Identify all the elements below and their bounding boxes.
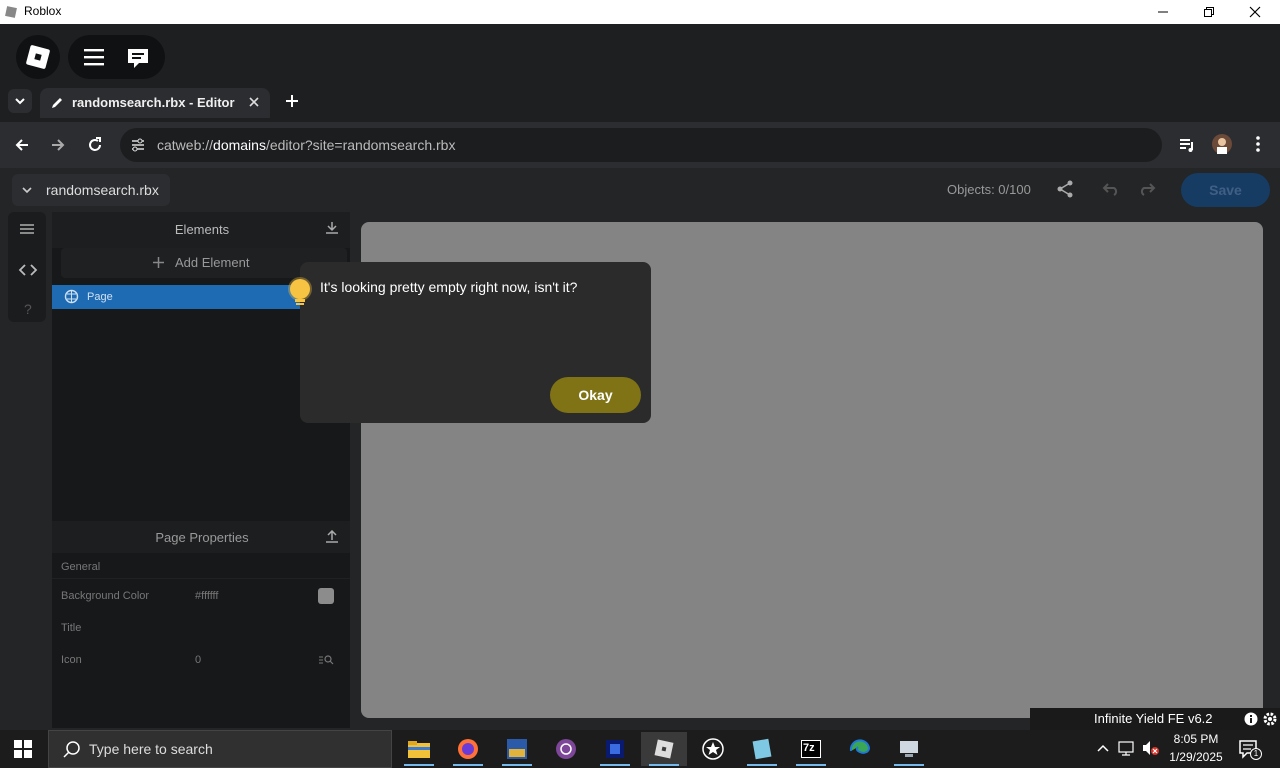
- roblox-controls: [68, 35, 165, 79]
- close-tab-icon[interactable]: [248, 96, 260, 108]
- undo-icon[interactable]: [1102, 182, 1120, 196]
- search-icon[interactable]: [318, 654, 334, 666]
- plus-icon: [286, 95, 298, 107]
- tree-item-page[interactable]: Page: [52, 285, 302, 309]
- list-view-icon[interactable]: [18, 222, 36, 238]
- firefox-icon[interactable]: [445, 732, 491, 766]
- url-host: domains: [213, 137, 266, 153]
- computer-app-icon[interactable]: [886, 732, 932, 766]
- network-icon[interactable]: [1118, 740, 1136, 756]
- icon-label: Icon: [61, 654, 82, 666]
- infinite-yield-label: Infinite Yield FE v6.2: [1094, 711, 1213, 726]
- lightbulb-icon: [287, 276, 313, 310]
- minimize-button[interactable]: [1140, 0, 1186, 24]
- search-icon: [63, 740, 81, 758]
- 7zip-label: 7z: [803, 742, 815, 754]
- notification-center-icon[interactable]: 1: [1238, 739, 1262, 760]
- color-swatch[interactable]: [318, 588, 334, 604]
- properties-header: Page Properties: [155, 530, 249, 545]
- tab-list-button[interactable]: [8, 89, 32, 113]
- chevron-up-icon[interactable]: [1096, 741, 1110, 755]
- notes-app-icon[interactable]: [739, 732, 785, 766]
- windows-start-icon[interactable]: [14, 740, 32, 758]
- chevron-down-icon: [22, 185, 32, 195]
- roblox-taskbar-icon[interactable]: [641, 732, 687, 766]
- site-selector[interactable]: randomsearch.rbx: [12, 174, 170, 206]
- clock-date[interactable]: 1/29/2025: [1163, 750, 1229, 764]
- icon-value[interactable]: 0: [195, 654, 201, 666]
- pencil-icon: [50, 96, 64, 110]
- background-color-label: Background Color: [61, 590, 150, 602]
- window-titlebar: Roblox: [0, 0, 1280, 24]
- taskbar-search-box[interactable]: Type here to search: [48, 730, 392, 768]
- window-title: Roblox: [24, 4, 62, 18]
- forward-button[interactable]: [50, 137, 66, 153]
- roblox-app-icon: [5, 6, 17, 18]
- dialog-message: It's looking pretty empty right now, isn…: [320, 279, 578, 295]
- tree-item-label: Page: [87, 291, 113, 303]
- media-control-icon[interactable]: [1178, 136, 1196, 154]
- back-button[interactable]: [14, 137, 30, 153]
- editor-toolbar: [0, 168, 1280, 212]
- share-icon[interactable]: [1056, 180, 1074, 198]
- chevron-down-icon: [15, 98, 25, 105]
- url-scheme: catweb://: [157, 137, 214, 153]
- app-icon[interactable]: [592, 732, 638, 766]
- title-label: Title: [61, 622, 82, 634]
- kebab-menu-icon[interactable]: [1250, 135, 1266, 153]
- upload-icon[interactable]: [325, 530, 339, 544]
- tor-browser-icon[interactable]: [543, 732, 589, 766]
- clock-time[interactable]: 8:05 PM: [1165, 732, 1227, 746]
- objects-count: Objects: 0/100: [947, 182, 1031, 197]
- save-button[interactable]: Save: [1181, 173, 1270, 207]
- general-section-label: General: [61, 561, 101, 573]
- close-window-button[interactable]: [1232, 0, 1278, 24]
- restore-button[interactable]: [1186, 0, 1232, 24]
- 7zip-icon[interactable]: 7z: [788, 732, 834, 766]
- reload-icon: [89, 137, 101, 151]
- site-name: randomsearch.rbx: [46, 182, 159, 198]
- download-icon[interactable]: [325, 221, 339, 235]
- roblox-logo-icon: [26, 45, 50, 69]
- forward-arrow-icon: [52, 139, 65, 151]
- hamburger-menu-icon[interactable]: [82, 46, 106, 68]
- info-icon[interactable]: [1244, 712, 1258, 726]
- add-element-label: Add Element: [175, 255, 250, 270]
- elements-header: Elements: [174, 222, 230, 237]
- roblox-topbar: [0, 24, 1280, 86]
- profile-avatar[interactable]: [1212, 134, 1232, 154]
- url-bar[interactable]: catweb://domains/editor?site=randomsearc…: [120, 128, 1162, 162]
- infinite-yield-bar: Infinite Yield FE v6.2: [1030, 708, 1280, 730]
- tab-editor[interactable]: randomsearch.rbx - Editor: [40, 88, 270, 118]
- reload-button[interactable]: [86, 136, 104, 154]
- globe-icon: [64, 289, 79, 304]
- back-arrow-icon: [15, 139, 28, 151]
- file-explorer-icon[interactable]: [396, 732, 442, 766]
- game-app-icon[interactable]: [494, 732, 540, 766]
- new-tab-button[interactable]: [284, 93, 300, 109]
- chat-icon[interactable]: [126, 46, 150, 70]
- okay-button[interactable]: Okay: [550, 377, 641, 413]
- settings-gear-icon[interactable]: [1262, 711, 1278, 727]
- tab-title: randomsearch.rbx - Editor: [72, 95, 235, 110]
- plus-icon: [152, 256, 165, 269]
- url-text: catweb://domains/editor?site=randomsearc…: [157, 137, 455, 153]
- star-app-icon[interactable]: [690, 732, 736, 766]
- edge-icon[interactable]: [837, 732, 883, 766]
- site-settings-icon[interactable]: [130, 137, 146, 153]
- volume-muted-icon[interactable]: [1142, 740, 1160, 756]
- divider: [52, 578, 350, 579]
- url-path: /editor?site=randomsearch.rbx: [265, 137, 456, 153]
- background-color-value[interactable]: #ffffff: [195, 590, 218, 602]
- code-view-icon[interactable]: [18, 262, 38, 278]
- roblox-menu-button[interactable]: [16, 35, 60, 79]
- notification-count: 1: [1250, 748, 1262, 760]
- redo-icon[interactable]: [1138, 182, 1156, 196]
- help-icon[interactable]: ?: [24, 301, 32, 317]
- taskbar-search-placeholder: Type here to search: [89, 741, 213, 757]
